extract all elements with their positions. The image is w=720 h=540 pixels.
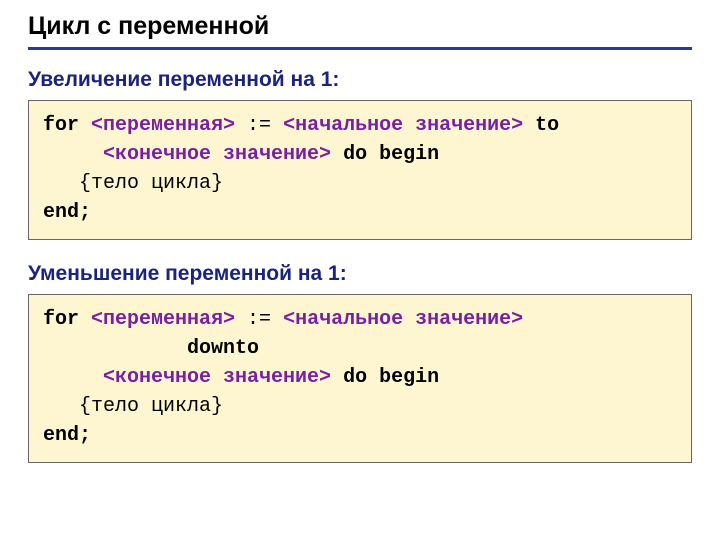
- code-line: {тело цикла}: [43, 169, 677, 198]
- code-text: [43, 143, 103, 166]
- ph-end-value: <конечное значение>: [103, 143, 331, 166]
- code-text: [331, 143, 343, 166]
- code-line: for <переменная> := <начальное значение>…: [43, 111, 677, 140]
- kw-for: for: [43, 308, 91, 331]
- kw-end: end;: [43, 424, 91, 447]
- code-line: downto: [43, 334, 677, 363]
- code-block-2: for <переменная> := <начальное значение>…: [28, 294, 692, 463]
- kw-for: for: [43, 114, 91, 137]
- code-line: {тело цикла}: [43, 392, 677, 421]
- section-2-heading: Уменьшение переменной на 1:: [28, 262, 692, 286]
- code-text: [43, 395, 79, 418]
- kw-end: end;: [43, 201, 91, 224]
- code-text: [43, 172, 79, 195]
- ph-variable: <переменная>: [91, 114, 235, 137]
- kw-to: to: [523, 114, 559, 137]
- code-line: end;: [43, 421, 677, 450]
- code-body: {тело цикла}: [79, 172, 223, 195]
- code-line: for <переменная> := <начальное значение>: [43, 305, 677, 334]
- code-text: :=: [235, 114, 283, 137]
- code-text: [43, 337, 187, 360]
- page-title: Цикл с переменной: [28, 12, 692, 50]
- kw-downto: downto: [187, 337, 259, 360]
- ph-start-value: <начальное значение>: [283, 114, 523, 137]
- code-line: <конечное значение> do begin: [43, 140, 677, 169]
- code-body: {тело цикла}: [79, 395, 223, 418]
- section-1-heading: Увеличение переменной на 1:: [28, 68, 692, 92]
- ph-start-value: <начальное значение>: [283, 308, 523, 331]
- code-block-1: for <переменная> := <начальное значение>…: [28, 100, 692, 240]
- code-text: [331, 366, 343, 389]
- ph-variable: <переменная>: [91, 308, 235, 331]
- kw-do-begin: do begin: [343, 143, 439, 166]
- kw-do-begin: do begin: [343, 366, 439, 389]
- code-text: [43, 366, 103, 389]
- code-text: :=: [235, 308, 283, 331]
- code-line: <конечное значение> do begin: [43, 363, 677, 392]
- code-line: end;: [43, 198, 677, 227]
- ph-end-value: <конечное значение>: [103, 366, 331, 389]
